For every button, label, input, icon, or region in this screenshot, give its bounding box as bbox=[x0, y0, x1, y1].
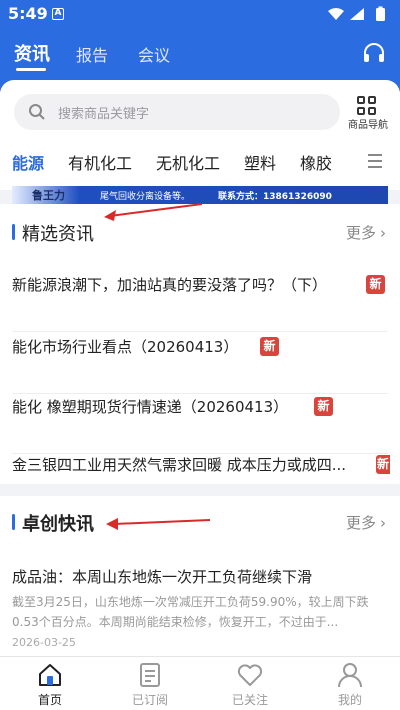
signal-icon bbox=[350, 8, 364, 20]
battery-icon bbox=[376, 8, 385, 21]
flash-news-summary: 截至3月25日，山东地炼一次常减压开工负荷59.90%，较上周下跌0.53个百分… bbox=[12, 595, 369, 629]
more-link[interactable]: 更多 › bbox=[346, 222, 386, 243]
nav-label: 已订阅 bbox=[131, 693, 168, 707]
product-nav-button[interactable]: 商品导航 bbox=[344, 94, 392, 134]
category-organic-chemicals[interactable]: 有机化工 bbox=[68, 150, 132, 174]
flash-news-title[interactable]: 成品油：本周山东地炼一次开工负荷继续下滑 bbox=[12, 566, 312, 587]
profile-icon bbox=[336, 661, 364, 689]
new-badge: 新 bbox=[314, 397, 333, 416]
tab-conferences[interactable]: 会议 bbox=[138, 42, 170, 66]
status-time: 5:49 bbox=[8, 4, 48, 23]
status-bar: 5:49 A bbox=[0, 0, 400, 28]
new-badge: 新 bbox=[376, 455, 390, 474]
nav-following[interactable]: 已关注 bbox=[200, 657, 300, 710]
news-item[interactable]: 能化市场行业看点（20260413） 新 bbox=[12, 336, 388, 394]
banner-contact: 联系方式：13861326090 bbox=[218, 192, 332, 202]
a-indicator-icon: A bbox=[52, 8, 64, 20]
top-tabs: 资讯 报告 会议 bbox=[0, 40, 400, 72]
heart-icon bbox=[236, 661, 264, 689]
section-accent-bar bbox=[12, 224, 15, 240]
nav-label: 首页 bbox=[37, 693, 62, 707]
news-item[interactable]: 金三银四工业用天然气需求回暖 成本压力或成四... 新 bbox=[12, 454, 390, 484]
app-header: 5:49 A 资讯 报告 会议 bbox=[0, 0, 400, 92]
section-title: 精选资讯 bbox=[22, 224, 94, 245]
nav-label: 我的 bbox=[337, 693, 362, 707]
system-icons bbox=[326, 6, 392, 26]
news-title: 金三银四工业用天然气需求回暖 成本压力或成四... bbox=[12, 456, 347, 474]
category-plastics[interactable]: 塑料 bbox=[244, 150, 276, 174]
grid-icon bbox=[357, 96, 377, 116]
news-title: 能化 橡塑期现货行情速递（20260413） bbox=[12, 398, 289, 416]
news-item[interactable]: 新能源浪潮下，加油站真的要没落了吗？（下） 新 bbox=[12, 274, 388, 332]
selected-news-section: 精选资讯 更多 › 新能源浪潮下，加油站真的要没落了吗？（下） 新 能化市场行业看… bbox=[0, 204, 400, 484]
category-menu-icon[interactable] bbox=[368, 154, 382, 172]
annotation-arrow-icon bbox=[106, 518, 211, 530]
category-energy[interactable]: 能源 bbox=[12, 150, 44, 174]
search-bar[interactable]: 搜索商品关键字 bbox=[14, 94, 340, 130]
news-title: 能化市场行业看点（20260413） bbox=[12, 338, 239, 356]
new-badge: 新 bbox=[366, 275, 385, 294]
flash-news-date: 2026-03-25 bbox=[12, 636, 76, 649]
active-tab-indicator bbox=[16, 68, 46, 71]
tab-news[interactable]: 资讯 bbox=[14, 40, 50, 66]
news-title: 新能源浪潮下，加油站真的要没落了吗？（下） bbox=[12, 276, 328, 294]
headset-icon[interactable] bbox=[362, 42, 386, 68]
tab-reports[interactable]: 报告 bbox=[76, 42, 108, 66]
nav-label: 已关注 bbox=[231, 693, 268, 707]
nav-profile[interactable]: 我的 bbox=[300, 657, 400, 710]
nav-home[interactable]: 首页 bbox=[0, 657, 100, 710]
section-title: 卓创快讯 bbox=[22, 514, 94, 535]
product-nav-label: 商品导航 bbox=[348, 120, 388, 131]
nav-subscribed[interactable]: 已订阅 bbox=[100, 657, 200, 710]
news-item[interactable]: 能化 橡塑期现货行情速递（20260413） 新 bbox=[12, 396, 388, 454]
chevron-right-icon: › bbox=[380, 514, 386, 532]
wifi-icon bbox=[328, 8, 344, 20]
home-icon bbox=[36, 661, 64, 689]
new-badge: 新 bbox=[260, 337, 279, 356]
category-tabs: 能源 有机化工 无机化工 塑料 橡胶 bbox=[0, 146, 400, 176]
chevron-right-icon: › bbox=[380, 224, 386, 242]
category-rubber[interactable]: 橡胶 bbox=[300, 150, 332, 174]
subscription-icon bbox=[136, 661, 164, 689]
search-placeholder: 搜索商品关键字 bbox=[58, 107, 150, 122]
annotation-arrow-icon bbox=[104, 203, 203, 221]
section-accent-bar bbox=[12, 514, 15, 530]
banner-brand: 鲁王力 bbox=[32, 189, 65, 202]
more-link[interactable]: 更多 › bbox=[346, 512, 386, 533]
category-inorganic-chemicals[interactable]: 无机化工 bbox=[156, 150, 220, 174]
search-icon bbox=[28, 103, 46, 125]
bottom-navigation: 首页 已订阅 已关注 我的 bbox=[0, 656, 400, 710]
